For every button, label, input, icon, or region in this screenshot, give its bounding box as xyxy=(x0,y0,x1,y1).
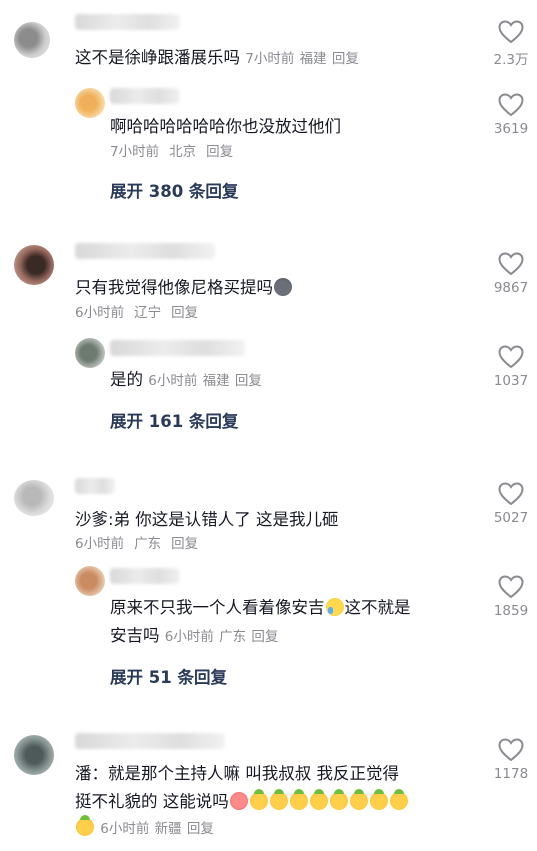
reply-text: 啊哈哈哈哈哈哈你也没放过他们 xyxy=(110,117,341,136)
reply-time: 7小时前 xyxy=(110,144,160,160)
comment-text: 潘：就是那个主持人嘛 叫我叔叔 我反正觉得 xyxy=(75,764,399,783)
comment-text: 这不是徐峥跟潘展乐吗 7小时前 福建 回复 xyxy=(75,48,359,67)
like-count: 9867 xyxy=(493,280,529,296)
heart-icon xyxy=(498,20,524,44)
comment-time: 6小时前 xyxy=(75,305,125,321)
reply-time: 6小时前 xyxy=(148,373,198,389)
comment-text: 沙爹:弟 你这是认错人了 这是我儿砸 xyxy=(75,510,339,529)
avatar[interactable] xyxy=(14,735,54,775)
heart-icon xyxy=(498,738,524,762)
reply-button[interactable]: 回复 xyxy=(332,51,359,67)
pineapple-face-emoji xyxy=(76,815,94,836)
username-blurred[interactable] xyxy=(75,733,225,749)
username-blurred[interactable] xyxy=(110,88,180,104)
comment-text: 只有我觉得他像尼格买提吗 xyxy=(75,276,293,300)
heart-icon xyxy=(498,252,524,276)
heart-icon xyxy=(498,93,524,117)
like-button[interactable]: 2.3万 xyxy=(486,20,536,68)
reply-time: 6小时前 xyxy=(164,629,214,645)
like-count: 1178 xyxy=(493,766,529,782)
angry-emoji xyxy=(229,792,248,810)
dog-emoji xyxy=(274,278,292,296)
avatar[interactable] xyxy=(14,480,54,516)
like-button[interactable]: 1178 xyxy=(486,738,536,782)
comment-location: 辽宁 xyxy=(134,305,162,321)
like-button[interactable]: 3619 xyxy=(486,93,536,137)
expand-replies-button[interactable]: 展开 51 条回复 xyxy=(110,664,227,688)
username-blurred[interactable] xyxy=(75,14,180,30)
comment-meta: 6小时前 广东 回复 xyxy=(75,534,208,554)
pineapple-face-emoji xyxy=(309,789,328,810)
comment-time: 6小时前 xyxy=(75,536,125,552)
reply-button[interactable]: 回复 xyxy=(206,144,233,160)
avatar[interactable] xyxy=(14,22,50,58)
reply-text: 原来不只我一个人看着像安吉 这不就是 xyxy=(110,598,411,617)
expand-replies-button[interactable]: 展开 161 条回复 xyxy=(110,408,238,432)
reply-button[interactable]: 回复 xyxy=(187,821,214,837)
avatar[interactable] xyxy=(75,566,105,596)
comment-text-line3: 6小时前 新疆 回复 xyxy=(75,815,214,841)
avatar[interactable] xyxy=(14,245,54,285)
like-count: 3619 xyxy=(493,121,529,137)
comment-text-line2: 挺不礼貌的 这能说吗 xyxy=(75,789,409,814)
pineapple-face-emoji xyxy=(349,789,368,810)
reply-location: 广东 xyxy=(219,629,247,645)
heart-icon xyxy=(498,575,524,599)
comment-meta: 6小时前 辽宁 回复 xyxy=(75,303,208,323)
heart-icon xyxy=(498,482,524,506)
like-button[interactable]: 5027 xyxy=(486,482,536,526)
like-count: 5027 xyxy=(493,510,529,526)
avatar[interactable] xyxy=(75,88,105,118)
comment-location: 广东 xyxy=(134,536,162,552)
username-blurred[interactable] xyxy=(75,243,215,259)
comment-location: 福建 xyxy=(299,51,327,67)
heart-icon xyxy=(498,345,524,369)
reply-location: 北京 xyxy=(169,144,197,160)
reply-text-line2: 安吉吗 6小时前 广东 回复 xyxy=(110,626,279,645)
like-button[interactable]: 1859 xyxy=(486,575,536,619)
reply-button[interactable]: 回复 xyxy=(171,536,198,552)
reply-button[interactable]: 回复 xyxy=(235,373,262,389)
like-count: 2.3万 xyxy=(493,52,529,68)
username-blurred[interactable] xyxy=(75,478,115,494)
reply-meta: 7小时前 北京 回复 xyxy=(110,142,243,162)
pineapple-face-emoji xyxy=(269,789,288,810)
pineapple-face-emoji xyxy=(249,789,268,810)
avatar[interactable] xyxy=(75,338,105,368)
comment-time: 6小时前 xyxy=(100,821,150,837)
expand-replies-button[interactable]: 展开 380 条回复 xyxy=(110,178,238,202)
comment-location: 新疆 xyxy=(154,821,182,837)
pineapple-face-emoji xyxy=(369,789,388,810)
reply-button[interactable]: 回复 xyxy=(171,305,198,321)
reply-button[interactable]: 回复 xyxy=(251,629,278,645)
reply-text: 是的 6小时前 福建 回复 xyxy=(110,370,262,389)
pineapple-face-emoji xyxy=(389,789,408,810)
like-button[interactable]: 9867 xyxy=(486,252,536,296)
crying-face-emoji xyxy=(325,598,344,616)
like-count: 1037 xyxy=(493,373,529,389)
like-button[interactable]: 1037 xyxy=(486,345,536,389)
pineapple-face-emoji xyxy=(329,789,348,810)
like-count: 1859 xyxy=(493,603,529,619)
reply-location: 福建 xyxy=(202,373,230,389)
comment-time: 7小时前 xyxy=(245,51,295,67)
username-blurred[interactable] xyxy=(110,568,180,584)
pineapple-face-emoji xyxy=(289,789,308,810)
username-blurred[interactable] xyxy=(110,340,245,356)
